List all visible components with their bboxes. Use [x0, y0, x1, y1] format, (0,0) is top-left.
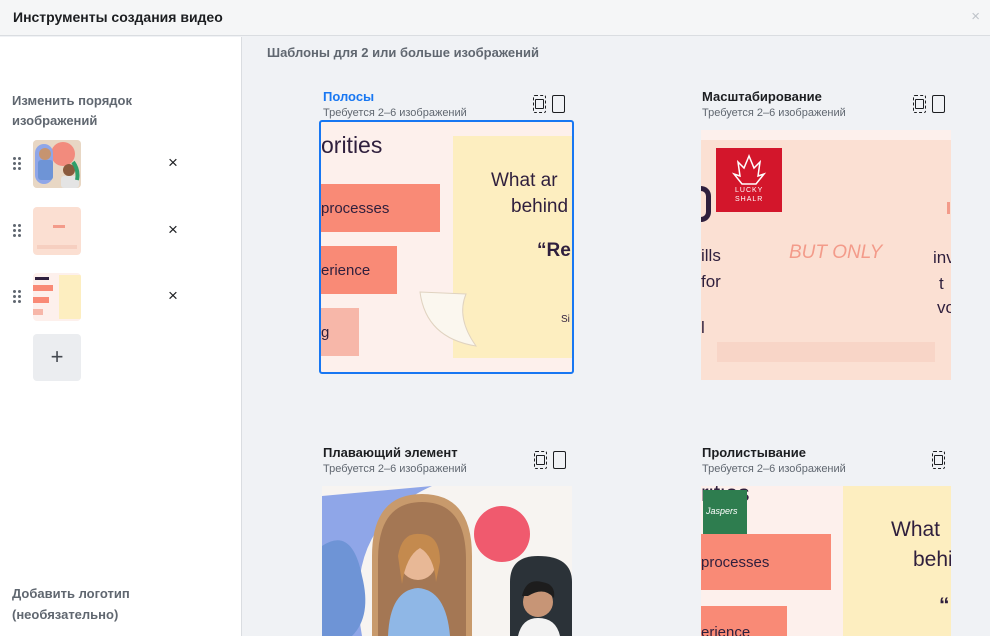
preview-text: l: [701, 318, 705, 337]
image-row: ×: [0, 207, 242, 257]
template-requirement: Требуется 2–6 изображений: [323, 107, 467, 119]
logo-image: Jaspers: [703, 490, 747, 534]
template-card-scroll[interactable]: Пролистывание Требуется 2–6 изображений …: [700, 445, 952, 636]
preview-text: “Re: [537, 240, 571, 261]
square-format-icon[interactable]: [534, 451, 547, 469]
drag-handle-icon[interactable]: [13, 224, 23, 238]
image-thumbnail: [33, 140, 81, 188]
square-format-icon[interactable]: [913, 95, 926, 113]
preview-text: processes: [321, 200, 390, 217]
preview-text: erience: [701, 624, 751, 636]
format-icons: [534, 451, 566, 469]
remove-image-icon[interactable]: ×: [168, 154, 178, 172]
add-image-button[interactable]: +: [33, 334, 81, 381]
preview-text: t: [939, 274, 944, 293]
preview-text: erience: [321, 262, 371, 279]
template-requirement: Требуется 2–6 изображений: [323, 463, 467, 475]
template-requirement: Требуется 2–6 изображений: [702, 463, 846, 475]
page-curl-shape: [419, 291, 478, 347]
preview-text: inv: [933, 248, 951, 267]
template-card-stripes[interactable]: Полосы Требуется 2–6 изображений orities…: [319, 89, 574, 389]
dialog-header: Инструменты создания видео ×: [0, 0, 990, 36]
preview-text: for: [701, 272, 721, 291]
logo-image: LUCKY SHALR: [716, 148, 782, 212]
vertical-format-icon[interactable]: [553, 451, 566, 469]
preview-text: g: [321, 324, 330, 341]
image-thumbnail: [33, 207, 81, 255]
image-row: ×: [0, 273, 242, 323]
preview-text: BUT ONLY: [789, 242, 883, 263]
image-thumbnail: [33, 273, 81, 321]
preview-text: processes: [701, 554, 770, 571]
vertical-format-icon[interactable]: [932, 95, 945, 113]
square-format-icon[interactable]: [932, 451, 945, 469]
preview-text: What ar: [491, 170, 558, 191]
template-name: Полосы: [323, 89, 375, 104]
preview-text: ills: [701, 246, 721, 265]
square-format-icon[interactable]: [533, 95, 546, 113]
reorder-images-heading: Изменить порядок изображений: [12, 93, 132, 128]
preview-photo-collage: [322, 486, 572, 636]
preview-text: behind: [511, 196, 569, 217]
template-card-floating[interactable]: Плавающий элемент Требуется 2–6 изображе…: [321, 445, 573, 636]
template-requirement: Требуется 2–6 изображений: [702, 107, 846, 119]
format-icons: [533, 95, 565, 113]
preview-text: vo: [937, 298, 951, 317]
template-preview[interactable]: LUCKY SHALR BUT ONLY ills for l inv t vo: [701, 130, 951, 380]
template-name: Масштабирование: [702, 89, 822, 104]
template-preview[interactable]: orities processes erience g What ar behi…: [319, 120, 574, 374]
preview-text: behi: [913, 548, 951, 571]
image-row: ×: [0, 140, 242, 190]
template-preview[interactable]: [322, 486, 572, 636]
add-logo-heading: Добавить логотип (необязательно): [12, 586, 130, 622]
drag-handle-icon[interactable]: [13, 290, 23, 304]
preview-text: What: [891, 518, 941, 541]
close-icon[interactable]: ×: [971, 9, 980, 25]
vertical-format-icon[interactable]: [552, 95, 565, 113]
remove-image-icon[interactable]: ×: [168, 287, 178, 305]
remove-image-icon[interactable]: ×: [168, 221, 178, 239]
templates-heading: Шаблоны для 2 или больше изображений: [267, 45, 539, 60]
format-icons: [913, 95, 945, 113]
template-card-zoom[interactable]: Масштабирование Требуется 2–6 изображени…: [700, 89, 952, 389]
template-name: Пролистывание: [702, 445, 806, 460]
sidebar: Изменить порядок изображений × × × + Доб…: [0, 37, 242, 636]
dialog-title: Инструменты создания видео: [13, 9, 223, 25]
template-name: Плавающий элемент: [323, 445, 458, 460]
preview-text: orities: [321, 132, 383, 158]
drag-handle-icon[interactable]: [13, 157, 23, 171]
template-preview[interactable]: rities Jaspers processes erience What be…: [701, 486, 951, 636]
preview-text: “: [939, 594, 950, 617]
preview-text: Si: [561, 314, 570, 325]
format-icons: [932, 451, 945, 469]
